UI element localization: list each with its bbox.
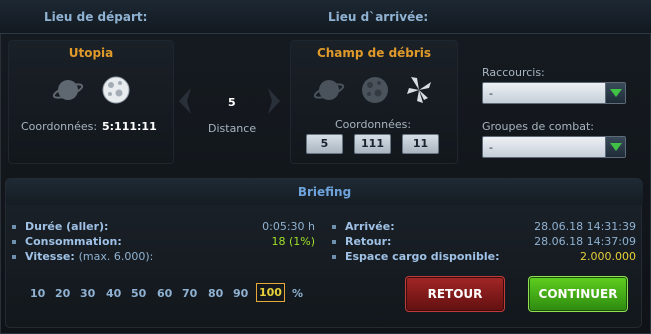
distance-value: 5 [228, 96, 236, 109]
distance-label: Distance [208, 122, 257, 135]
departure-coords-value: 5:111:11 [102, 120, 157, 133]
combat-groups-selected: - [489, 141, 493, 154]
arrival-heading: Lieu d`arrivée: [328, 10, 429, 24]
continue-button[interactable]: CONTINUER [528, 276, 628, 312]
duration-value: 0:05:30 h [262, 220, 315, 233]
shortcuts-label: Raccourcis: [482, 66, 545, 79]
speed-option[interactable]: 30 [80, 287, 95, 300]
consumption-value: 18 (1%) [271, 235, 315, 248]
shortcuts-select[interactable]: - [482, 82, 626, 104]
speed-option[interactable]: 50 [131, 287, 146, 300]
moon-icon[interactable] [359, 74, 391, 106]
speed-option[interactable]: 80 [208, 287, 223, 300]
speed-option[interactable]: 70 [182, 287, 197, 300]
combat-groups-select[interactable]: - [482, 136, 626, 158]
speed-option[interactable]: 10 [30, 287, 45, 300]
speed-unit: % [292, 287, 304, 300]
dropdown-arrow-icon[interactable] [605, 83, 625, 103]
header-bar: Lieu de départ: Lieu d`arrivée: [0, 0, 651, 34]
duration-label: Durée (aller): [12, 220, 108, 233]
speed-option[interactable]: 90 [233, 287, 248, 300]
departure-coords-label: Coordonnées: [21, 120, 98, 133]
system-input[interactable]: 111 [354, 134, 391, 154]
speed-max: (max. 6.000): [78, 250, 154, 263]
arrival-planet-name: Champ de débris [316, 46, 432, 60]
debris-field-icon[interactable] [403, 74, 435, 106]
return-time-value: 28.06.18 14:37:09 [534, 235, 636, 248]
cargo-label: Espace cargo disponible: [332, 250, 500, 263]
speed-option-selected[interactable]: 100 [256, 283, 285, 302]
arrival-time-value: 28.06.18 14:31:39 [534, 220, 636, 233]
cargo-value: 2.000.000 [580, 250, 636, 263]
return-time-label: Retour: [332, 235, 391, 248]
speed-option[interactable]: 40 [106, 287, 121, 300]
shortcuts-selected: - [489, 87, 493, 100]
chevron-right-icon[interactable] [266, 86, 282, 116]
galaxy-input[interactable]: 5 [306, 134, 343, 154]
combat-groups-label: Groupes de combat: [482, 120, 594, 133]
arrival-time-label: Arrivée: [332, 220, 395, 233]
briefing-title: Briefing [297, 185, 352, 199]
back-button[interactable]: RETOUR [405, 276, 505, 312]
speed-option[interactable]: 60 [157, 287, 172, 300]
briefing-header: Briefing [6, 179, 643, 205]
planet-icon[interactable] [52, 74, 84, 106]
moon-icon[interactable] [100, 74, 132, 106]
departure-planet-name: Utopia [68, 46, 114, 60]
speed-label: Vitesse: (max. 6.000): [12, 250, 153, 263]
speed-option[interactable]: 20 [55, 287, 70, 300]
chevron-left-icon[interactable] [177, 86, 193, 116]
planet-icon[interactable] [313, 74, 345, 106]
arrival-coords-label: Coordonnées: [335, 118, 412, 131]
position-input[interactable]: 11 [402, 134, 439, 154]
departure-heading: Lieu de départ: [44, 10, 148, 24]
dropdown-arrow-icon[interactable] [605, 137, 625, 157]
consumption-label: Consommation: [12, 235, 122, 248]
